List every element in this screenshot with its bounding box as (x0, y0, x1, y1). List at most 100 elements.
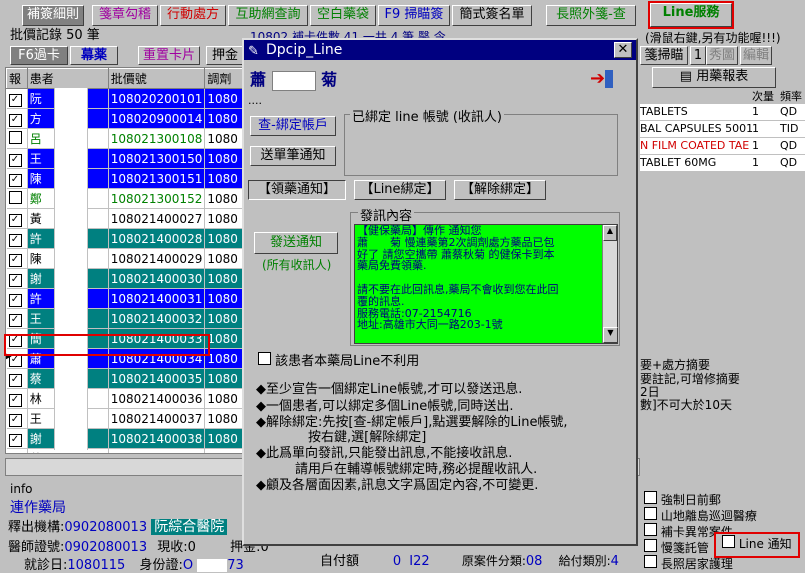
f9-scan-button[interactable]: F9 掃瞄簽 (378, 5, 450, 26)
billing-no-cell[interactable]: 108021400031 (108, 288, 206, 309)
seal-check-button[interactable]: 箋章勾稽 (92, 5, 158, 26)
row-check-cell[interactable]: ✓ (6, 368, 28, 389)
row-check-cell[interactable]: ✓ (6, 148, 28, 169)
dispense-cell[interactable]: 1080 (204, 308, 246, 329)
checkbox[interactable] (644, 491, 657, 504)
row-check-cell[interactable]: ✓ (6, 388, 28, 409)
option-force-date[interactable]: 強制日前郵 (644, 491, 721, 508)
list-item[interactable]: BAL CAPSULES 5001 1 TID (640, 121, 805, 138)
reprint-card-tab[interactable]: 重置卡片 (138, 46, 200, 65)
option-home-care[interactable]: 長照居家護理 (644, 555, 733, 572)
row-check-cell[interactable]: ✓ (6, 208, 28, 229)
table-row[interactable]: ✓ 陳 108021400029 1080 (6, 248, 246, 269)
billing-no-cell[interactable]: 108021400028 (108, 228, 206, 249)
table-row[interactable]: ✓ 謝 108021400038 1080 (6, 428, 246, 449)
billing-no-cell[interactable]: 108021400032 (108, 308, 206, 329)
send-single-button[interactable]: 送單筆通知 (250, 146, 336, 166)
line-service-button[interactable]: Line服務 (648, 1, 734, 29)
dispense-cell[interactable]: 1080 (204, 228, 246, 249)
dispense-cell[interactable]: 1080 (204, 288, 246, 309)
report-checkbox[interactable]: ✓ (8, 373, 22, 387)
tab-unbind[interactable]: 【解除綁定】 (454, 180, 546, 200)
billing-no-cell[interactable]: 108021300151 (108, 168, 206, 189)
close-icon[interactable]: ✕ (614, 42, 632, 58)
billing-no-cell[interactable]: 108021300150 (108, 148, 206, 169)
checkbox[interactable] (722, 535, 735, 548)
dispense-cell[interactable]: 1080 (204, 168, 246, 189)
table-row[interactable]: 呂 水1080213001081080 (6, 128, 246, 149)
report-checkbox[interactable]: ✓ (8, 153, 22, 167)
dispense-cell[interactable]: 1080 (204, 128, 246, 149)
longcare-query-button[interactable]: 長照外箋-查 (546, 5, 636, 26)
table-row[interactable]: 鄭 108021300152 1080 (6, 188, 246, 209)
dispense-cell[interactable]: 1080 (204, 208, 246, 229)
table-row[interactable]: ✓ 王 108021400032 1080 (6, 308, 246, 329)
message-content[interactable]: 【健保藥局】傳作 通知您蕭 菊 慢連藥第2次調劑處方藥品已包 好了 請您空攜帶 蕭… (354, 224, 618, 344)
dispense-cell[interactable]: 1080 (204, 268, 246, 289)
billing-no-cell[interactable]: 108021400035 (108, 368, 206, 389)
row-check-cell[interactable]: ✓ (6, 168, 28, 189)
dispense-cell[interactable]: 1080 (204, 248, 246, 269)
row-check-cell[interactable]: ✓ (6, 108, 28, 129)
dispense-cell[interactable]: 1080 (204, 88, 246, 109)
edit-button[interactable]: 編輯 (740, 46, 772, 65)
row-check-cell[interactable]: ✓ (6, 448, 28, 453)
blank-bag-button[interactable]: 空白藥袋 (310, 5, 376, 26)
billing-no-cell[interactable]: 108021400027 (108, 208, 206, 229)
report-checkbox[interactable]: ✓ (8, 213, 22, 227)
med-list[interactable]: TABLETS 1 QD BAL CAPSULES 5001 1 TID N FILM CO… (640, 104, 805, 172)
dispense-cell[interactable]: 1080 (204, 448, 246, 453)
mutual-net-query-button[interactable]: 互助網查詢 (228, 5, 308, 26)
report-checkbox[interactable]: ✓ (8, 93, 22, 107)
table-row[interactable]: ✓ 謝 108021400030 1080 (6, 268, 246, 289)
dialog-titlebar[interactable]: ✎ Dpcip_Line ✕ (244, 40, 636, 60)
report-checkbox[interactable]: ✓ (8, 393, 22, 407)
table-row[interactable]: ✓ 王 108021400037 1080 (6, 408, 246, 429)
med-report-button[interactable]: ▤ 用藥報表 (652, 67, 776, 88)
row-check-cell[interactable]: ✓ (6, 228, 28, 249)
send-notify-button[interactable]: 發送通知 (254, 232, 338, 254)
table-row[interactable]: ✓ 王 108021300150 1080 (6, 148, 246, 169)
row-check-cell[interactable]: ✓ (6, 88, 28, 109)
dispense-cell[interactable]: 1080 (204, 328, 246, 349)
dispense-cell[interactable]: 1080 (204, 388, 246, 409)
billing-no-cell[interactable]: 108021400030 (108, 268, 206, 289)
option-custody[interactable]: 慢箋託管 (644, 539, 709, 556)
dispense-cell[interactable]: 1080 (204, 408, 246, 429)
exit-icon[interactable]: ➔ (590, 68, 616, 90)
checkbox[interactable] (644, 523, 657, 536)
tab-line-bind[interactable]: 【Line綁定】 (354, 180, 446, 200)
table-row[interactable]: ✓ 許 108021400031 1080 (6, 288, 246, 309)
report-checkbox[interactable]: ✓ (8, 173, 22, 187)
table-row[interactable]: ✓ 黃 1080214000391080 (6, 448, 246, 453)
report-checkbox[interactable]: ✓ (8, 313, 22, 327)
scan-button[interactable]: 箋掃瞄 (640, 46, 688, 65)
billing-no-cell[interactable]: 108021300152 (108, 188, 206, 209)
billing-no-cell[interactable]: 108020200101 (108, 88, 206, 109)
row-check-cell[interactable]: ✓ (6, 428, 28, 449)
list-item[interactable]: N FILM COATED TAE 1 QD (640, 138, 805, 155)
table-row[interactable]: ✓ 方 108020900014 1080 (6, 108, 246, 129)
report-checkbox[interactable]: ✓ (8, 113, 22, 127)
table-row[interactable]: ✓陳 珠1080213001511080 (6, 168, 246, 189)
report-checkbox[interactable]: ✓ (8, 233, 22, 247)
row-check-cell[interactable]: ✓ (6, 308, 28, 329)
one-button[interactable]: 1 (690, 46, 706, 65)
list-item[interactable]: TABLETS 1 QD (640, 104, 805, 121)
report-checkbox[interactable] (8, 190, 22, 204)
row-check-cell[interactable] (6, 188, 28, 209)
report-checkbox[interactable] (8, 130, 22, 144)
prescription-grid[interactable]: 報 患者 批價號 調劑 ✓ 阮 108020200101 1080 ✓ 方 10802090… (5, 67, 247, 454)
checkbox[interactable] (644, 555, 657, 568)
billing-no-cell[interactable]: 108021400038 (108, 428, 206, 449)
dispense-cell[interactable]: 1080 (204, 428, 246, 449)
dispense-cell[interactable]: 1080 (204, 148, 246, 169)
supplement-detail-button[interactable]: 補簽細則 (22, 5, 84, 26)
row-check-cell[interactable]: ✓ (6, 268, 28, 289)
scroll-up-icon[interactable]: ▲ (603, 225, 617, 241)
simple-sign-button[interactable]: 簡式簽名單 (452, 5, 532, 26)
mobile-rx-button[interactable]: 行動處方 (160, 5, 226, 26)
row-check-cell[interactable]: ✓ (6, 288, 28, 309)
billing-no-cell[interactable]: 108021400039 (108, 448, 206, 453)
deposit-tab[interactable]: 押金 (206, 46, 244, 65)
